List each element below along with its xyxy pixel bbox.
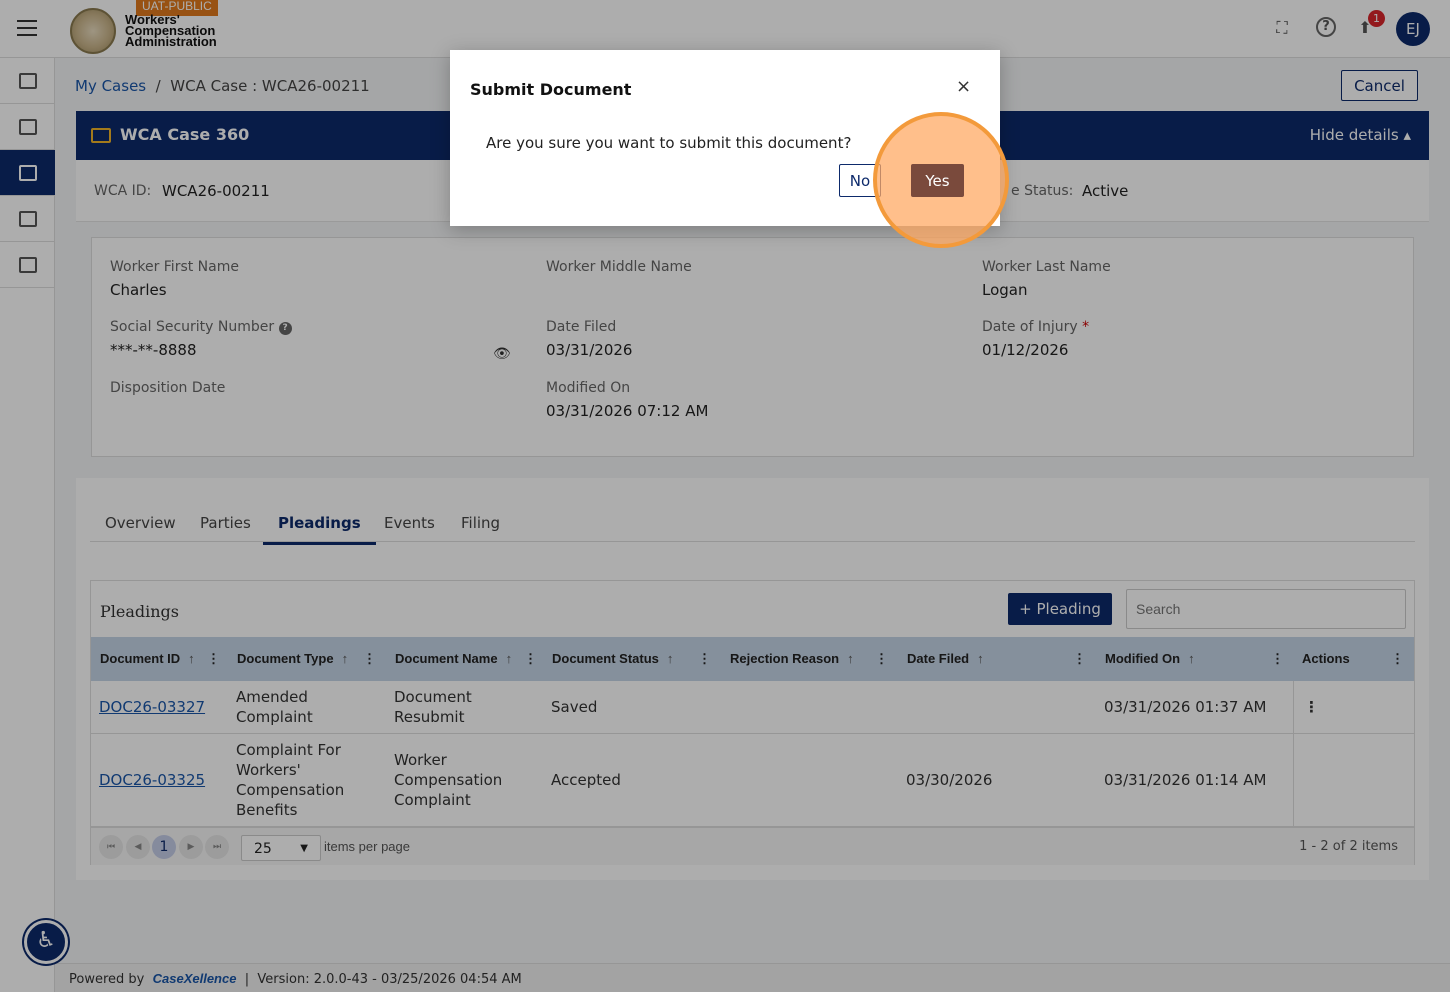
dialog-message: Are you sure you want to submit this doc… <box>486 134 852 152</box>
dialog-title: Submit Document <box>470 80 632 99</box>
close-icon[interactable]: × <box>956 76 971 97</box>
yes-button[interactable]: Yes <box>911 164 964 197</box>
